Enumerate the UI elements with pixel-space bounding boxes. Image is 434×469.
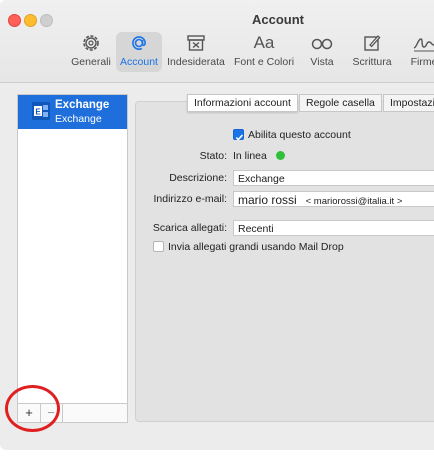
glasses-icon bbox=[311, 38, 333, 50]
toolbar-vista[interactable]: Vista bbox=[302, 32, 342, 72]
tab-informazioni-account[interactable]: Informazioni account bbox=[187, 94, 298, 112]
email-address: < mariorossi@italia.it > bbox=[305, 196, 403, 207]
attachments-select[interactable]: Recenti bbox=[233, 220, 434, 236]
checkmark-icon bbox=[235, 134, 244, 141]
compose-icon bbox=[364, 35, 381, 51]
toolbar-scrittura-label: Scrittura bbox=[352, 56, 392, 68]
account-name: Exchange bbox=[55, 99, 110, 111]
window-title: Account bbox=[252, 12, 304, 27]
description-label: Descrizione: bbox=[169, 172, 227, 184]
tab-regole-casella[interactable]: Regole casella bbox=[299, 94, 382, 112]
status-value: In linea bbox=[233, 150, 267, 162]
maildrop-checkbox[interactable] bbox=[153, 241, 164, 252]
svg-text:E: E bbox=[35, 108, 41, 117]
toolbar-generali-label: Generali bbox=[71, 56, 111, 68]
toolbar-account-label: Account bbox=[120, 56, 158, 68]
title-bar: Account Generali Account Indesiderata Aa… bbox=[0, 0, 434, 83]
toolbar-generali[interactable]: Generali bbox=[68, 32, 114, 72]
email-select[interactable]: mario rossi < mariorossi@italia.it > bbox=[233, 191, 434, 207]
status-online-dot bbox=[276, 151, 285, 160]
exchange-icon: E bbox=[32, 102, 50, 120]
font-icon: Aa bbox=[253, 33, 275, 52]
highlight-circle-annotation bbox=[5, 385, 60, 432]
account-item-exchange[interactable]: E Exchange Exchange bbox=[18, 95, 127, 129]
preferences-window: Account Generali Account Indesiderata Aa… bbox=[0, 0, 434, 450]
toolbar-firme[interactable]: Firme bbox=[404, 32, 434, 72]
toolbar-indesiderata-label: Indesiderata bbox=[167, 56, 225, 68]
enable-account-checkbox[interactable] bbox=[233, 129, 244, 141]
status-label: Stato: bbox=[199, 150, 227, 162]
toolbar-vista-label: Vista bbox=[310, 56, 334, 68]
tab-impostazioni[interactable]: Impostazioni bbox=[383, 94, 434, 112]
toolbar-scrittura[interactable]: Scrittura bbox=[348, 32, 396, 72]
enable-account-label: Abilita questo account bbox=[248, 129, 351, 141]
signature-icon bbox=[413, 38, 434, 52]
toolbar-font-colori[interactable]: Aa Font e Colori bbox=[232, 32, 296, 72]
junk-bin-icon bbox=[187, 35, 205, 51]
attachments-label: Scarica allegati: bbox=[152, 222, 227, 234]
email-label: Indirizzo e-mail: bbox=[153, 193, 227, 205]
toolbar-indesiderata[interactable]: Indesiderata bbox=[166, 32, 226, 72]
email-display-name: mario rossi bbox=[238, 193, 297, 207]
maildrop-label: Invia allegati grandi usando Mail Drop bbox=[168, 241, 344, 253]
description-field[interactable]: Exchange bbox=[233, 170, 434, 186]
accounts-list[interactable]: E Exchange Exchange bbox=[17, 94, 128, 406]
toolbar-firme-label: Firme bbox=[410, 56, 434, 68]
toolbar-account[interactable]: Account bbox=[116, 32, 162, 72]
account-type: Exchange bbox=[55, 113, 102, 125]
toolbar-font-colori-label: Font e Colori bbox=[233, 56, 295, 68]
gear-icon bbox=[83, 35, 99, 51]
at-sign-icon bbox=[132, 36, 146, 50]
